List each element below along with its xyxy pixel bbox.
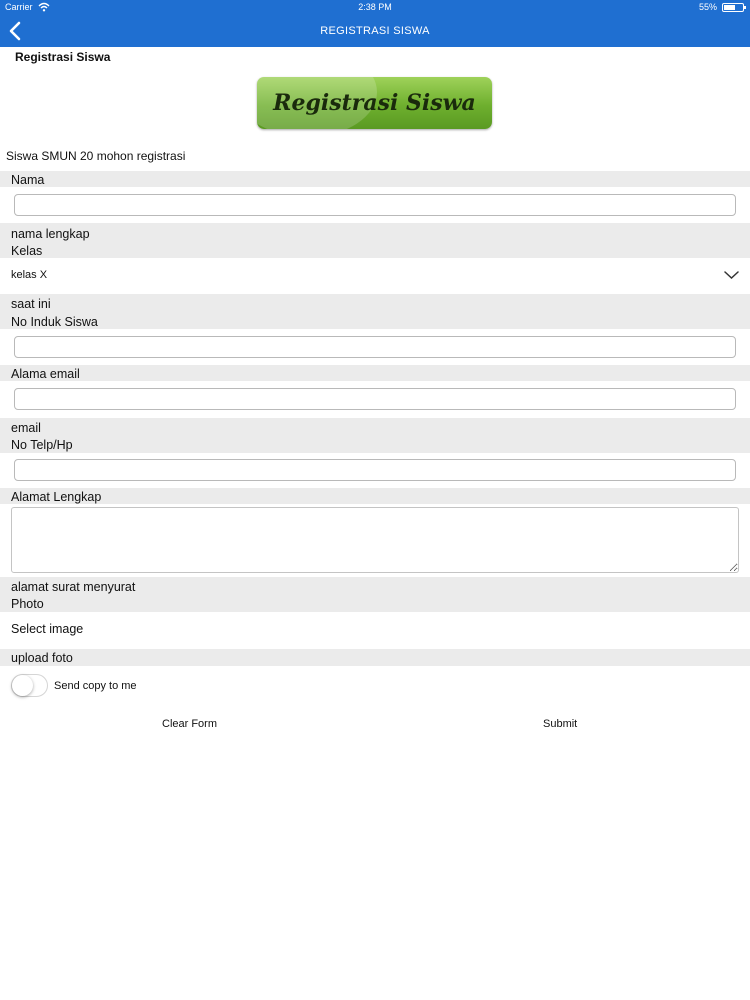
- telp-label: No Telp/Hp: [11, 438, 73, 452]
- send-copy-toggle[interactable]: [11, 674, 48, 697]
- toggle-knob: [12, 675, 33, 696]
- clock: 2:38 PM: [358, 2, 392, 12]
- alamat-textarea[interactable]: [11, 507, 739, 573]
- kelas-label-band: [0, 223, 750, 258]
- photo-label: Photo: [11, 597, 44, 611]
- alamat-label-band: [0, 488, 750, 504]
- email-label-band: [0, 365, 750, 381]
- email-label: Alama email: [11, 367, 80, 381]
- alamat-hint: alamat surat menyurat: [11, 580, 136, 594]
- nav-title: REGISTRASI SISWA: [320, 25, 430, 37]
- send-copy-label: Send copy to me: [54, 680, 137, 692]
- kelas-hint: saat ini: [11, 297, 51, 311]
- kelas-selected-value: kelas X: [11, 269, 48, 281]
- nis-input[interactable]: [14, 336, 736, 358]
- banner-text: Registrasi Siswa: [273, 90, 476, 116]
- telp-label-band: [0, 418, 750, 453]
- kelas-select[interactable]: kelas X: [0, 258, 750, 294]
- nama-label-band: [0, 171, 750, 187]
- battery-percentage: 55%: [698, 2, 717, 12]
- chevron-down-icon: [724, 271, 739, 280]
- banner-image: Registrasi Siswa: [257, 77, 492, 129]
- email-hint: email: [11, 421, 41, 435]
- status-bar: Carrier 2:38 PM 55%: [0, 0, 750, 15]
- kelas-label: Kelas: [11, 244, 43, 258]
- select-image-button[interactable]: Select image: [11, 622, 83, 636]
- clear-form-button[interactable]: Clear Form: [162, 718, 217, 730]
- nama-hint: nama lengkap: [11, 227, 90, 241]
- nis-label-band: [0, 294, 750, 329]
- battery-icon: [722, 3, 746, 12]
- photo-hint: upload foto: [11, 651, 73, 665]
- alamat-label: Alamat Lengkap: [11, 490, 102, 504]
- page-heading: Registrasi Siswa: [15, 50, 111, 64]
- intro-text: Siswa SMUN 20 mohon registrasi: [6, 149, 186, 163]
- email-input[interactable]: [14, 388, 736, 410]
- nama-input[interactable]: [14, 194, 736, 216]
- photo-hint-band: [0, 649, 750, 666]
- nama-label: Nama: [11, 173, 45, 187]
- telp-input[interactable]: [14, 459, 736, 481]
- nis-label: No Induk Siswa: [11, 315, 98, 329]
- navigation-bar: Carrier 2:38 PM 55% REGISTRASI SISWA: [0, 0, 750, 47]
- submit-button[interactable]: Submit: [543, 718, 577, 730]
